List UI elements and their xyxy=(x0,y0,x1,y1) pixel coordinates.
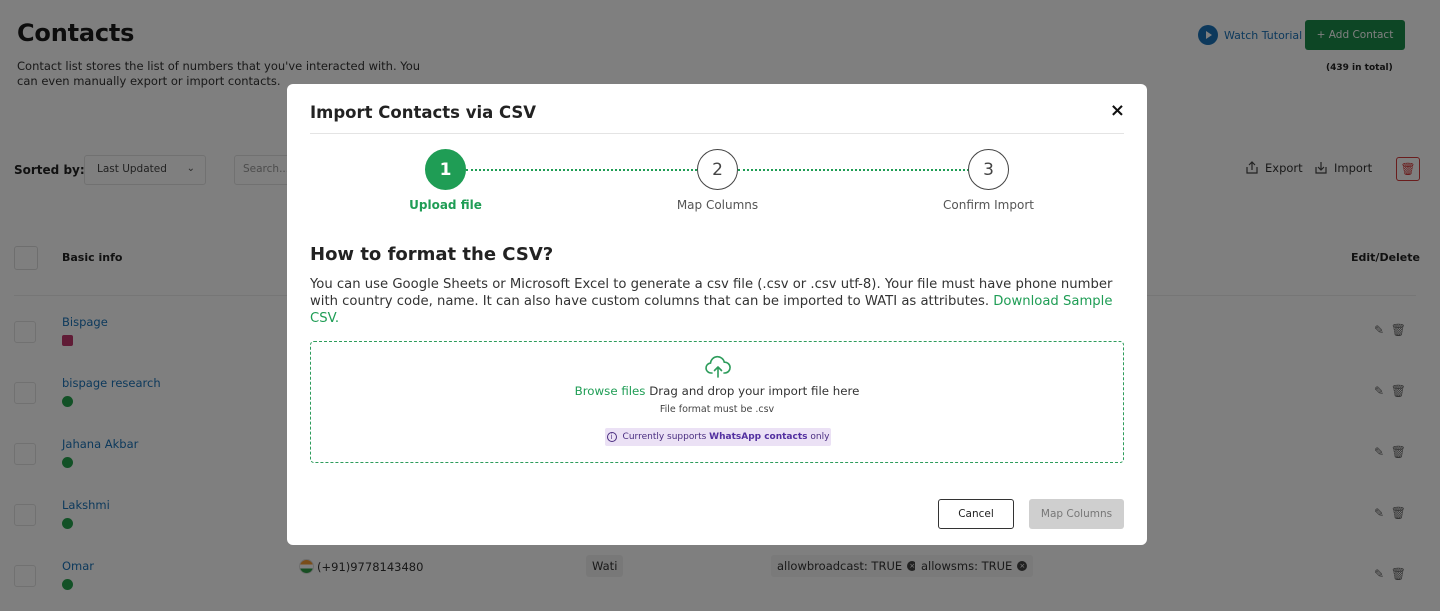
browse-files-link[interactable]: Browse files xyxy=(575,384,646,398)
step-number: 1 xyxy=(425,149,466,190)
step-confirm-import: 3 Confirm Import xyxy=(898,149,1078,219)
modal-divider xyxy=(310,133,1124,134)
step-upload-file: 1 Upload file xyxy=(355,149,535,219)
cloud-upload-icon xyxy=(705,355,731,378)
step-number: 3 xyxy=(968,149,1009,190)
support-suffix: only xyxy=(810,432,830,442)
close-icon[interactable]: × xyxy=(1110,102,1125,120)
drop-instructions: Browse files Drag and drop your import f… xyxy=(311,384,1123,398)
step-label: Map Columns xyxy=(676,198,759,212)
cancel-button[interactable]: Cancel xyxy=(938,499,1014,529)
file-drop-zone[interactable]: Browse files Drag and drop your import f… xyxy=(310,341,1124,463)
support-highlight: WhatsApp contacts xyxy=(709,432,808,442)
support-notice: i Currently supports WhatsApp contacts o… xyxy=(605,428,831,446)
support-prefix: Currently supports xyxy=(622,432,707,442)
csv-format-instructions: You can use Google Sheets or Microsoft E… xyxy=(310,276,1130,327)
csv-format-heading: How to format the CSV? xyxy=(310,244,554,265)
drag-drop-text: Drag and drop your import file here xyxy=(649,384,860,398)
step-label: Upload file xyxy=(409,198,482,212)
support-notice-text: Currently supports WhatsApp contacts onl… xyxy=(623,432,830,442)
step-number: 2 xyxy=(697,149,738,190)
step-label: Confirm Import xyxy=(943,198,1034,212)
map-columns-button[interactable]: Map Columns xyxy=(1029,499,1124,529)
info-icon: i xyxy=(606,432,617,442)
modal-title: Import Contacts via CSV xyxy=(310,103,537,122)
file-format-hint: File format must be .csv xyxy=(659,404,775,415)
step-map-columns: 2 Map Columns xyxy=(627,149,807,219)
import-contacts-modal: Import Contacts via CSV × 1 Upload file … xyxy=(287,84,1147,545)
